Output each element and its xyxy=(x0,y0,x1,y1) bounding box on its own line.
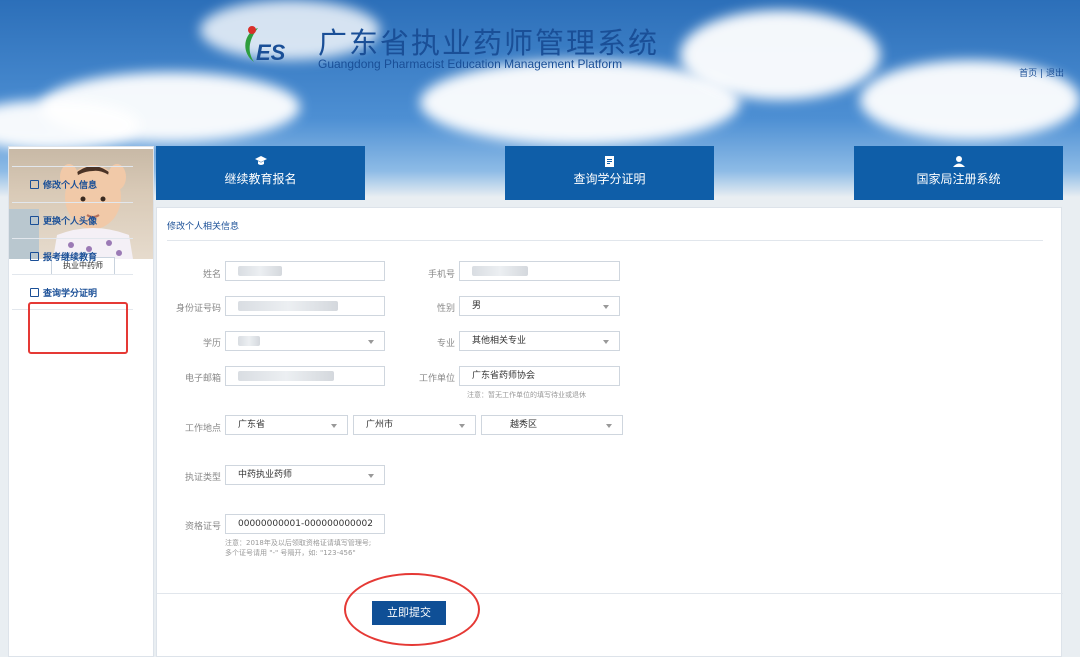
image-icon xyxy=(30,216,39,225)
sidebar-item-edit-profile[interactable]: 修改个人信息 xyxy=(12,166,133,202)
district-select[interactable]: 越秀区 xyxy=(481,415,623,435)
name-label: 姓名 xyxy=(202,270,221,280)
nav-label: 国家局注册系统 xyxy=(916,172,1001,186)
divider xyxy=(157,593,1063,594)
divider xyxy=(167,240,1043,241)
cert-type-label: 执证类型 xyxy=(184,473,221,483)
cert-number-note: 注意：2018年及以后领取资格证请填写管理号;多个证号请用 "-" 号隔开，如:… xyxy=(225,539,372,557)
province-select[interactable]: 广东省 xyxy=(225,415,348,435)
major-label: 专业 xyxy=(436,339,455,349)
sidebar-item-label: 报考继续教育 xyxy=(43,253,98,263)
user-icon xyxy=(952,156,965,167)
city-select[interactable]: 广州市 xyxy=(353,415,476,435)
edit-icon xyxy=(30,180,39,189)
site-title: 广东省执业药师管理系统 xyxy=(318,26,660,60)
employer-note: 注意：暂无工作单位的填写待业或退休 xyxy=(467,391,586,399)
email-label: 电子邮箱 xyxy=(184,374,221,384)
email-input[interactable] xyxy=(225,366,385,386)
card-icon xyxy=(30,287,39,297)
sidebar-item-label: 修改个人信息 xyxy=(43,181,98,191)
site-subtitle: Guangdong Pharmacist Education Managemen… xyxy=(318,57,623,71)
cert-number-label: 资格证号 xyxy=(184,522,221,532)
nav-continuing-education[interactable]: 继续教育报名 xyxy=(156,146,365,200)
graduation-cap-icon xyxy=(254,156,267,165)
id-number-input[interactable] xyxy=(225,296,385,316)
header-banner: ES 广东省执业药师管理系统 Guangdong Pharmacist Educ… xyxy=(0,0,1080,150)
nav-label: 查询学分证明 xyxy=(573,172,646,186)
name-input[interactable] xyxy=(225,261,385,281)
sidebar-menu: 修改个人信息 更换个人头像 报考继续教育 查询学分证明 xyxy=(12,166,133,310)
annotation-highlight-circle xyxy=(344,573,480,646)
document-icon xyxy=(604,156,614,167)
es-logo-icon: ES xyxy=(245,26,286,65)
nav-label: 继续教育报名 xyxy=(224,172,297,186)
home-link[interactable]: 首页 xyxy=(1019,69,1037,79)
logo-text: ES xyxy=(256,40,286,65)
top-links: 首页 | 退出 xyxy=(1019,66,1064,79)
link-separator: | xyxy=(1040,69,1044,79)
nav-credit-certificate[interactable]: 查询学分证明 xyxy=(505,146,714,200)
gender-label: 性别 xyxy=(436,304,455,314)
phone-label: 手机号 xyxy=(427,270,455,280)
logout-link[interactable]: 退出 xyxy=(1046,69,1064,79)
phone-input[interactable] xyxy=(459,261,620,281)
education-label: 学历 xyxy=(202,339,221,349)
sidebar-item-register-education[interactable]: 报考继续教育 xyxy=(12,238,133,274)
profile-form-panel: 修改个人相关信息 姓名 手机号 身份证号码 性别 男 学历 专业 其他相关专业 … xyxy=(156,207,1063,657)
print-icon xyxy=(30,252,39,261)
annotation-highlight-box xyxy=(28,302,128,354)
sidebar-item-label: 查询学分证明 xyxy=(43,288,98,299)
major-select[interactable]: 其他相关专业 xyxy=(459,331,620,351)
gender-select[interactable]: 男 xyxy=(459,296,620,316)
cert-type-select[interactable]: 中药执业药师 xyxy=(225,465,385,485)
employer-input[interactable]: 广东省药师协会 xyxy=(459,366,620,386)
cert-number-input[interactable]: 00000000001-000000000002 xyxy=(225,514,385,534)
employer-label: 工作单位 xyxy=(418,374,455,384)
nav-national-registration[interactable]: 国家局注册系统 xyxy=(854,146,1063,200)
education-select[interactable] xyxy=(225,331,385,351)
location-label: 工作地点 xyxy=(184,424,221,434)
sidebar-item-label: 更换个人头像 xyxy=(43,217,98,227)
sidebar-item-change-avatar[interactable]: 更换个人头像 xyxy=(12,202,133,238)
section-title: 修改个人相关信息 xyxy=(167,222,240,232)
id-number-label: 身份证号码 xyxy=(175,304,221,314)
